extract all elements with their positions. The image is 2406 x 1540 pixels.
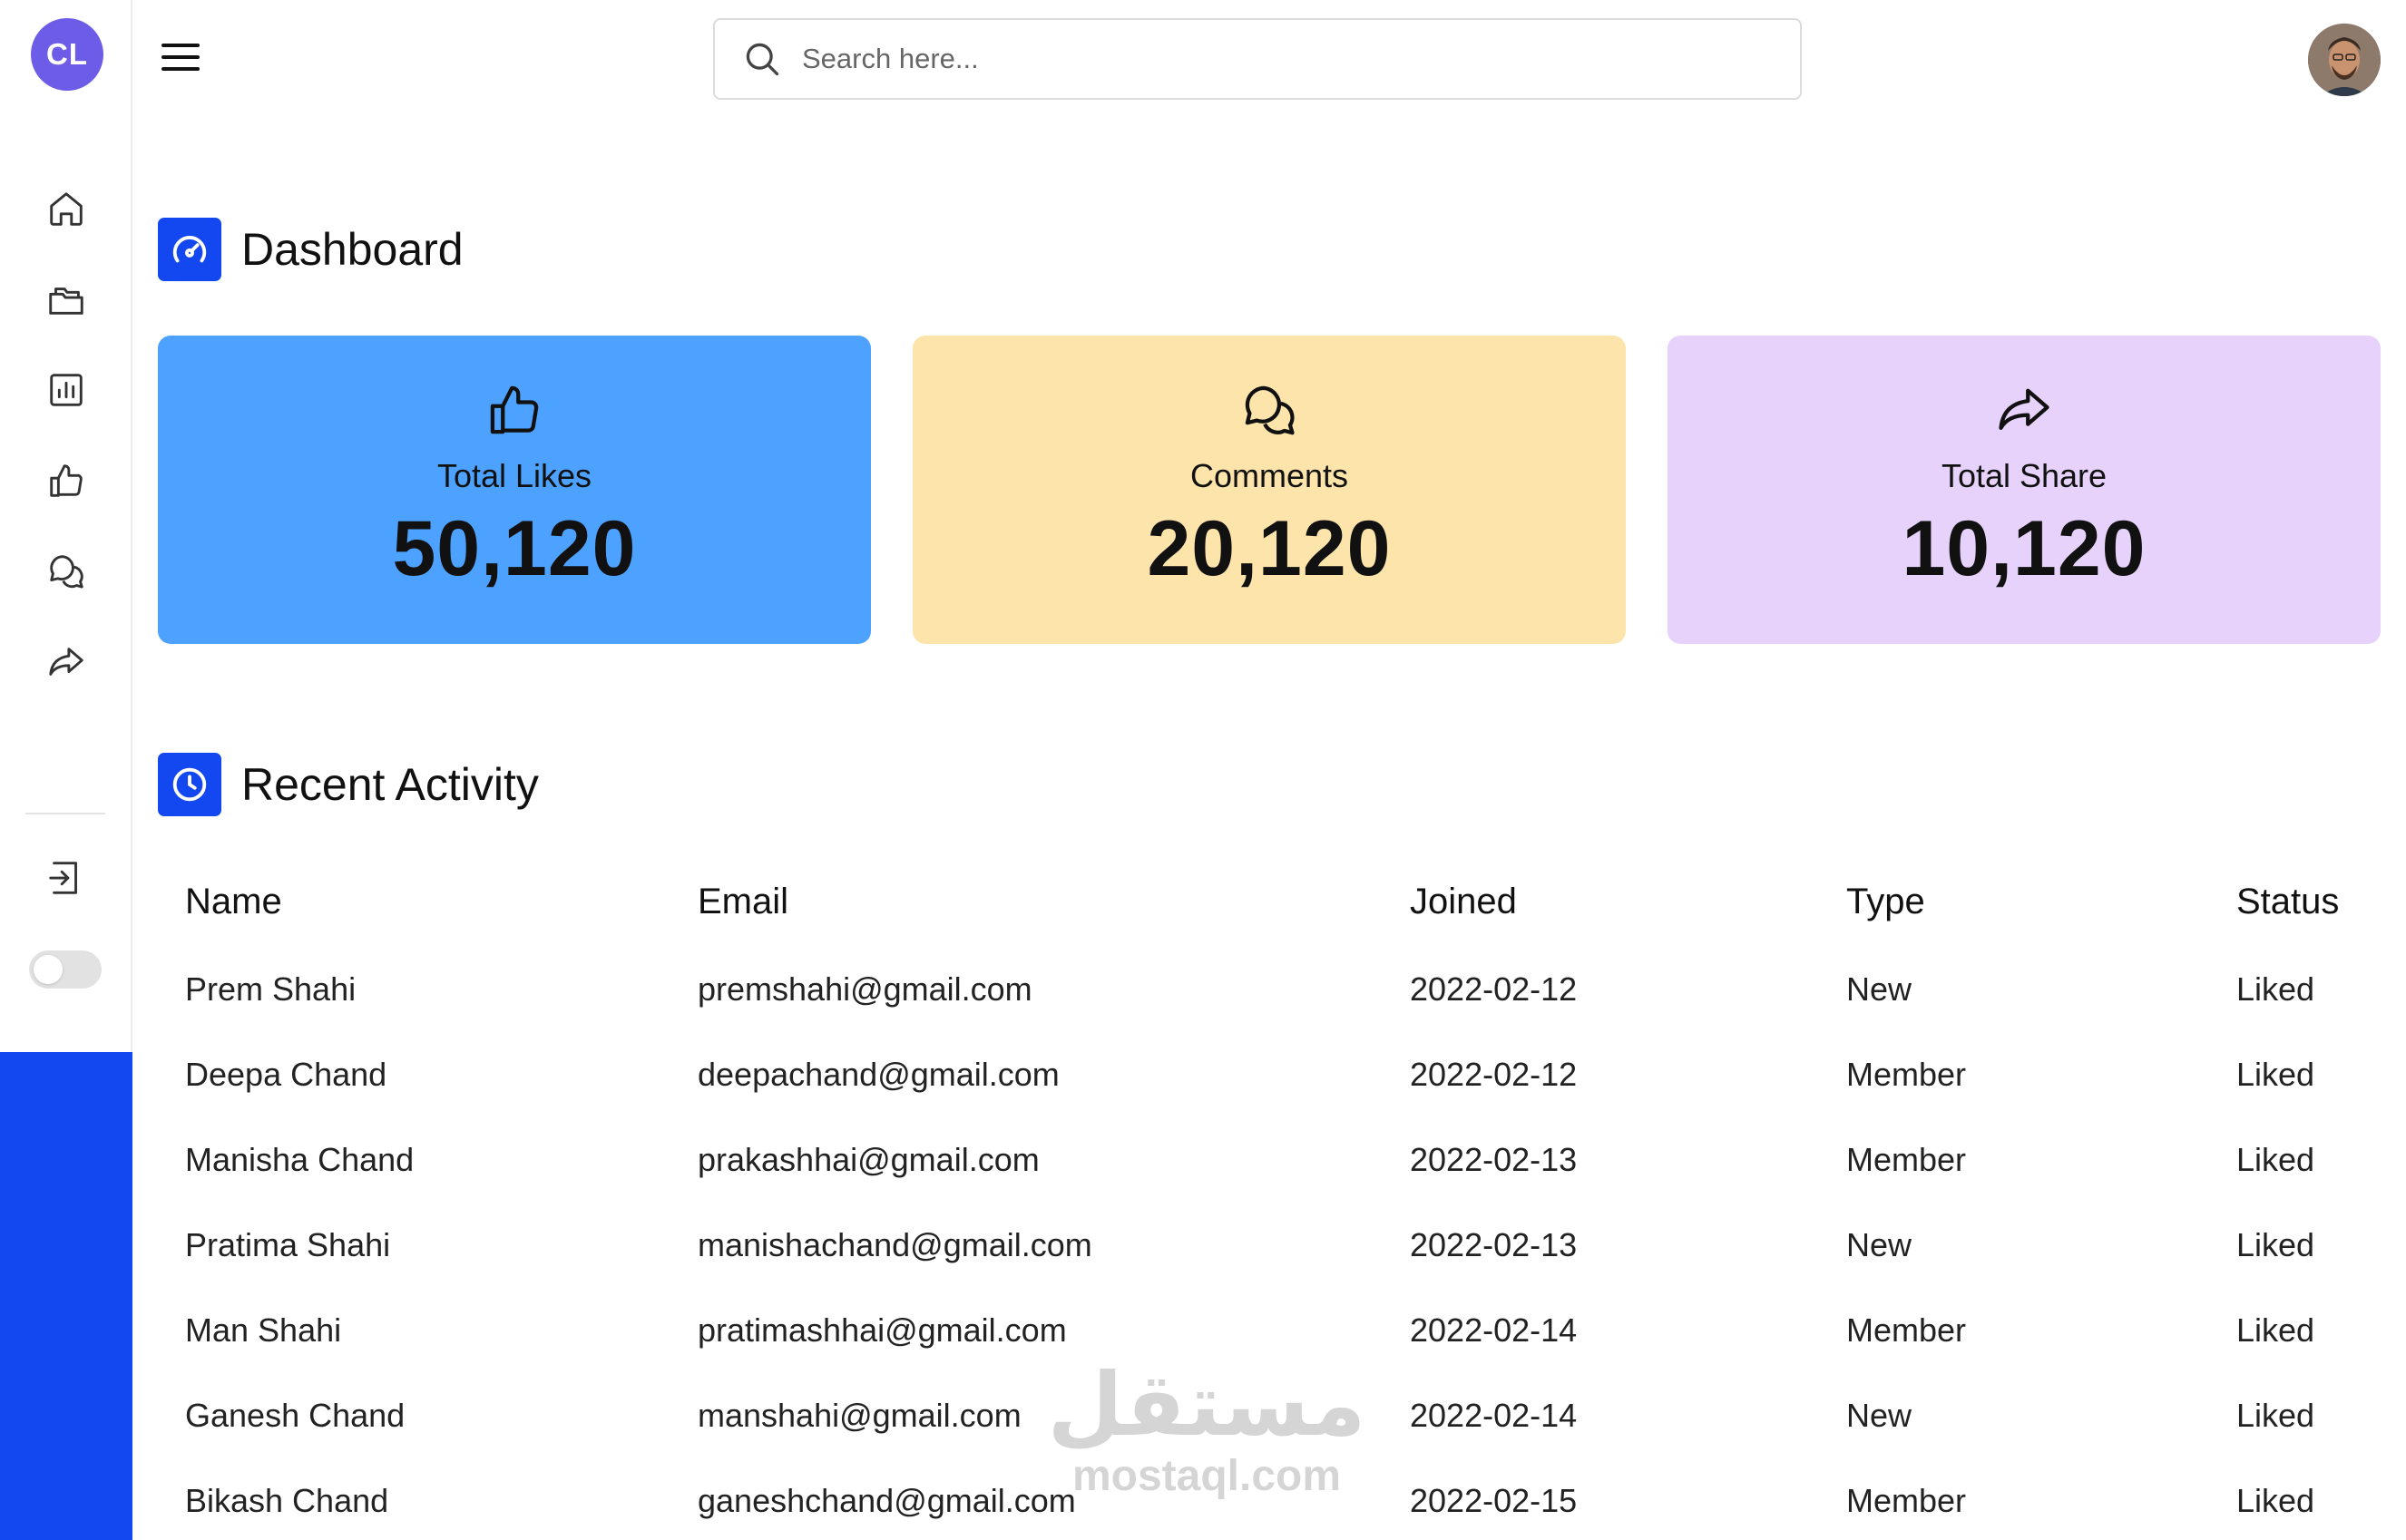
dashboard-badge bbox=[158, 218, 221, 281]
thumbs-up-icon bbox=[50, 464, 83, 497]
column-header-status[interactable]: Status bbox=[2209, 856, 2372, 947]
recent-activity-header: Recent Activity bbox=[158, 753, 539, 816]
sidebar-item-comments[interactable] bbox=[43, 548, 90, 595]
table-row[interactable]: Pratima Shahi manishachand@gmail.com 202… bbox=[158, 1203, 2372, 1288]
folders-icon bbox=[49, 288, 83, 315]
share-icon bbox=[49, 648, 83, 676]
sidebar-item-shares[interactable] bbox=[43, 638, 90, 686]
cell-type: Member bbox=[1846, 1311, 1967, 1349]
cell-status: Liked bbox=[2236, 1311, 2315, 1349]
search-input[interactable] bbox=[802, 43, 1709, 75]
cell-email: manshahi@gmail.com bbox=[698, 1397, 1022, 1434]
cell-type: New bbox=[1846, 1226, 1912, 1263]
sidebar-divider bbox=[25, 813, 105, 814]
cell-status: Liked bbox=[2236, 1226, 2315, 1263]
cell-joined: 2022-02-12 bbox=[1410, 970, 1578, 1008]
column-header-type[interactable]: Type bbox=[1819, 856, 2209, 947]
cell-type: Member bbox=[1846, 1482, 1967, 1519]
column-header-email[interactable]: Email bbox=[670, 856, 1383, 947]
stat-card-shares[interactable]: Total Share 10,120 bbox=[1668, 336, 2381, 644]
dashboard-header: Dashboard bbox=[158, 218, 464, 281]
home-icon bbox=[50, 192, 83, 226]
clock-icon bbox=[172, 767, 207, 802]
app-logo[interactable]: CL bbox=[31, 18, 103, 91]
cell-status: Liked bbox=[2236, 1397, 2315, 1434]
recent-activity-badge bbox=[158, 753, 221, 816]
table-row[interactable]: Prem Shahi premshahi@gmail.com 2022-02-1… bbox=[158, 947, 2372, 1032]
cell-joined: 2022-02-15 bbox=[1410, 1482, 1578, 1519]
cell-status: Liked bbox=[2236, 1056, 2315, 1093]
sidebar-item-likes[interactable] bbox=[43, 457, 90, 504]
cell-name: Bikash Chand bbox=[185, 1482, 389, 1519]
comments-icon bbox=[50, 555, 83, 589]
cell-email: pratimashhai@gmail.com bbox=[698, 1311, 1067, 1349]
thumbs-up-icon bbox=[490, 385, 539, 434]
cell-status: Liked bbox=[2236, 1482, 2315, 1519]
sidebar-accent-block bbox=[0, 1052, 132, 1540]
table-row[interactable]: Bikash Chand ganeshchand@gmail.com 2022-… bbox=[158, 1458, 2372, 1540]
sidebar-item-analytics[interactable] bbox=[43, 366, 90, 414]
stat-card-comments[interactable]: Comments 20,120 bbox=[913, 336, 1626, 644]
logout-button[interactable] bbox=[43, 854, 90, 902]
bar-chart-icon bbox=[50, 374, 83, 406]
cell-name: Prem Shahi bbox=[185, 970, 357, 1008]
share-icon bbox=[1999, 388, 2049, 430]
table-row[interactable]: Ganesh Chand manshahi@gmail.com 2022-02-… bbox=[158, 1373, 2372, 1458]
cell-joined: 2022-02-13 bbox=[1410, 1226, 1578, 1263]
stat-label: Total Likes bbox=[436, 457, 592, 494]
cell-status: Liked bbox=[2236, 970, 2315, 1008]
table-row[interactable]: Manisha Chand prakashhai@gmail.com 2022-… bbox=[158, 1117, 2372, 1203]
cell-email: premshahi@gmail.com bbox=[698, 970, 1032, 1008]
search-icon[interactable] bbox=[742, 39, 782, 79]
table-row[interactable]: Deepa Chand deepachand@gmail.com 2022-02… bbox=[158, 1032, 2372, 1117]
app-root: CL Search here... Dashboard Total Likes … bbox=[0, 0, 2406, 1540]
cell-name: Man Shahi bbox=[185, 1311, 342, 1349]
cell-joined: 2022-02-14 bbox=[1410, 1311, 1578, 1349]
cell-joined: 2022-02-13 bbox=[1410, 1141, 1578, 1178]
cell-type: Member bbox=[1846, 1141, 1967, 1178]
table-header-row: Name Email Joined Type Status bbox=[158, 856, 2372, 947]
table-row[interactable]: Man Shahi pratimashhai@gmail.com 2022-02… bbox=[158, 1288, 2372, 1373]
cell-name: Ganesh Chand bbox=[185, 1397, 406, 1434]
cell-name: Deepa Chand bbox=[185, 1056, 387, 1093]
page-title: Dashboard bbox=[241, 224, 464, 275]
comments-icon bbox=[1245, 385, 1295, 435]
cell-email: prakashhai@gmail.com bbox=[698, 1141, 1040, 1178]
cell-name: Manisha Chand bbox=[185, 1141, 415, 1178]
sidebar: CL bbox=[0, 0, 132, 1540]
stat-label: Comments bbox=[1189, 457, 1349, 494]
cell-status: Liked bbox=[2236, 1141, 2315, 1178]
logout-icon bbox=[49, 862, 77, 894]
stat-card-likes[interactable]: Total Likes 50,120 bbox=[158, 336, 871, 644]
cell-type: New bbox=[1846, 1397, 1912, 1434]
stat-value: 10,120 bbox=[1902, 505, 2147, 592]
sidebar-item-folders[interactable] bbox=[43, 276, 90, 323]
search-bar bbox=[713, 18, 1802, 100]
column-header-name[interactable]: Name bbox=[158, 856, 670, 947]
toggle-knob bbox=[34, 955, 63, 984]
sidebar-item-home[interactable] bbox=[43, 185, 90, 232]
speedometer-icon bbox=[172, 236, 207, 263]
cell-joined: 2022-02-14 bbox=[1410, 1397, 1578, 1434]
cell-joined: 2022-02-12 bbox=[1410, 1056, 1578, 1093]
theme-toggle[interactable] bbox=[29, 950, 102, 989]
stat-value: 20,120 bbox=[1147, 505, 1392, 592]
column-header-joined[interactable]: Joined bbox=[1383, 856, 1819, 947]
section-title: Recent Activity bbox=[241, 759, 539, 810]
cell-type: Member bbox=[1846, 1056, 1967, 1093]
stat-value: 50,120 bbox=[392, 505, 637, 592]
cell-type: New bbox=[1846, 970, 1912, 1008]
cell-email: deepachand@gmail.com bbox=[698, 1056, 1060, 1093]
activity-table: Name Email Joined Type Status Prem Shahi… bbox=[158, 856, 2372, 1540]
cell-name: Pratima Shahi bbox=[185, 1226, 391, 1263]
cell-email: ganeshchand@gmail.com bbox=[698, 1482, 1076, 1519]
user-avatar[interactable] bbox=[2308, 24, 2381, 96]
cell-email: manishachand@gmail.com bbox=[698, 1226, 1092, 1263]
hamburger-menu-icon[interactable] bbox=[160, 40, 203, 76]
stat-label: Total Share bbox=[1941, 457, 2108, 494]
